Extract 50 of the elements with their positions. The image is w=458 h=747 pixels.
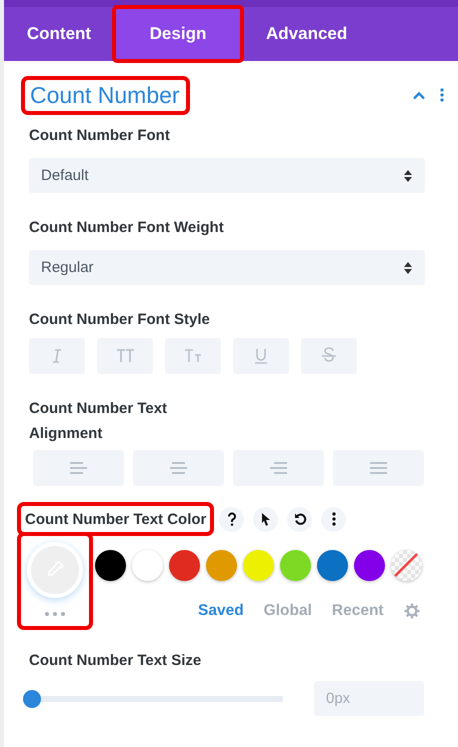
uppercase-button[interactable] (97, 338, 153, 374)
field-label: Count Number Font (29, 126, 171, 146)
align-left-icon (70, 462, 87, 474)
size-input[interactable]: 0px (314, 681, 424, 716)
palette-tab[interactable]: Saved (198, 602, 244, 620)
pointer-button[interactable] (253, 506, 278, 532)
settings-icon[interactable] (404, 603, 420, 619)
align-justify-button[interactable] (333, 450, 424, 486)
field-label: Count Number Font Weight (29, 218, 225, 238)
color-swatch[interactable] (169, 550, 200, 581)
field-label: Count Number Font Style (29, 310, 211, 330)
more-dots-icon (45, 612, 65, 616)
more-options-icon[interactable] (440, 88, 444, 102)
align-center-icon (170, 462, 187, 474)
tab[interactable]: Advanced (242, 7, 372, 61)
more-options-button[interactable] (321, 506, 346, 532)
smallcaps-button[interactable] (165, 338, 221, 374)
dropdown[interactable]: Regular (29, 250, 425, 285)
sort-arrows-icon (404, 170, 412, 182)
smallcaps-icon (184, 347, 202, 365)
tab[interactable]: Design (114, 7, 242, 61)
sort-arrows-icon (404, 262, 412, 274)
slider-thumb[interactable] (23, 690, 41, 708)
color-swatch[interactable] (132, 550, 163, 581)
align-justify-icon (370, 462, 387, 474)
align-right-button[interactable] (233, 450, 324, 486)
color-swatch[interactable] (95, 550, 126, 581)
chevron-up-icon[interactable] (412, 90, 426, 100)
color-swatch[interactable] (280, 550, 311, 581)
color-swatch[interactable] (206, 550, 237, 581)
color-swatch[interactable] (354, 550, 385, 581)
uppercase-icon (116, 347, 134, 365)
help-button[interactable] (219, 506, 244, 532)
align-right-icon (270, 462, 287, 474)
dropdown[interactable]: Default (29, 158, 425, 193)
field-label: Count Number Text Alignment (29, 399, 168, 444)
color-swatch[interactable] (317, 550, 348, 581)
transparent-swatch[interactable] (391, 550, 422, 581)
field-label: Count Number Text Size (29, 651, 202, 671)
align-left-button[interactable] (33, 450, 124, 486)
strikethrough-button[interactable] (301, 338, 357, 374)
strikethrough-icon (320, 347, 338, 365)
align-center-button[interactable] (133, 450, 224, 486)
reset-button[interactable] (287, 506, 312, 532)
underline-button[interactable] (233, 338, 289, 374)
tab[interactable]: Content (4, 7, 114, 61)
reset-icon (292, 512, 307, 526)
color-swatch[interactable] (243, 550, 274, 581)
italic-button[interactable] (29, 338, 85, 374)
underline-icon (252, 347, 270, 365)
